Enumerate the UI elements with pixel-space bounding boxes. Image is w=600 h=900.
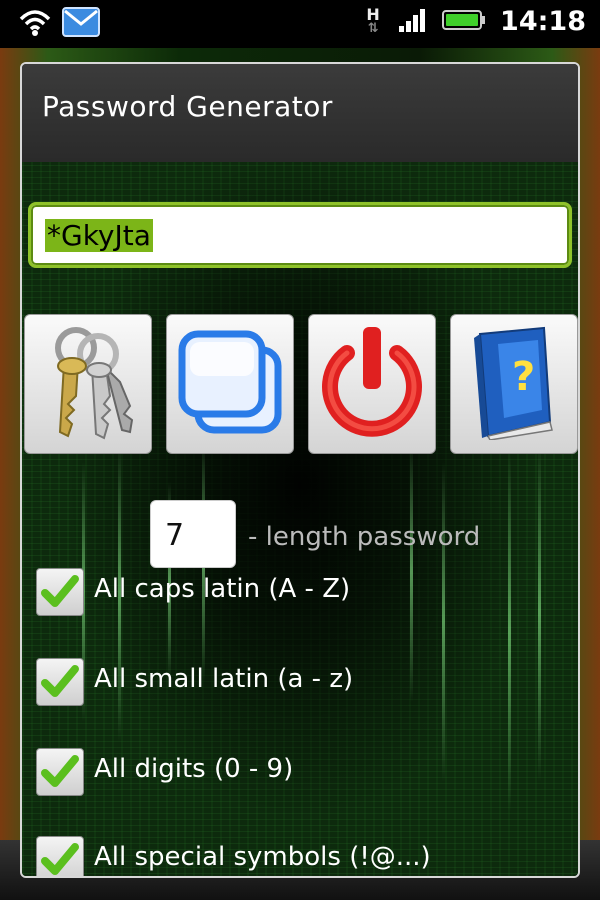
length-label: - length password [248, 522, 481, 552]
check-icon [41, 575, 79, 607]
exit-button[interactable] [308, 314, 436, 454]
help-book-icon: ? [466, 324, 562, 444]
password-generator-dialog: Password Generator *GkyJta ? 7 - length … [20, 62, 580, 878]
signal-icon [398, 7, 428, 37]
generate-button[interactable] [24, 314, 152, 454]
checkbox[interactable] [36, 836, 84, 876]
option-label: All caps latin (A - Z) [94, 574, 351, 604]
mail-icon [62, 6, 100, 42]
option-label: All digits (0 - 9) [94, 754, 294, 784]
password-value: *GkyJta [45, 219, 153, 252]
checkbox[interactable] [36, 748, 84, 796]
power-icon [313, 323, 431, 445]
check-icon [41, 755, 79, 787]
data-arrows-icon: H ⇅ [362, 4, 384, 36]
battery-icon [442, 9, 486, 35]
option-label: All small latin (a - z) [94, 664, 354, 694]
clock: 14:18 [500, 6, 586, 37]
keys-icon [36, 320, 140, 448]
checkbox[interactable] [36, 568, 84, 616]
svg-text:?: ? [512, 354, 535, 400]
dialog-title: Password Generator [42, 90, 333, 123]
password-output-field[interactable]: *GkyJta [28, 202, 572, 268]
wifi-icon [18, 7, 52, 41]
copy-button[interactable] [166, 314, 294, 454]
help-button[interactable]: ? [450, 314, 578, 454]
check-icon [41, 665, 79, 697]
length-value: 7 [165, 518, 185, 553]
check-icon [41, 843, 79, 875]
option-label: All special symbols (!@...) [94, 842, 431, 872]
copy-icon [176, 328, 284, 440]
network-type: H [366, 4, 380, 24]
status-bar: H ⇅ 14:18 [0, 0, 600, 48]
length-input[interactable]: 7 [150, 500, 236, 568]
screen: H ⇅ 14:18 Password Generator *GkyJta ? 7… [0, 0, 600, 900]
dialog-title-bar: Password Generator [22, 64, 578, 163]
checkbox[interactable] [36, 658, 84, 706]
